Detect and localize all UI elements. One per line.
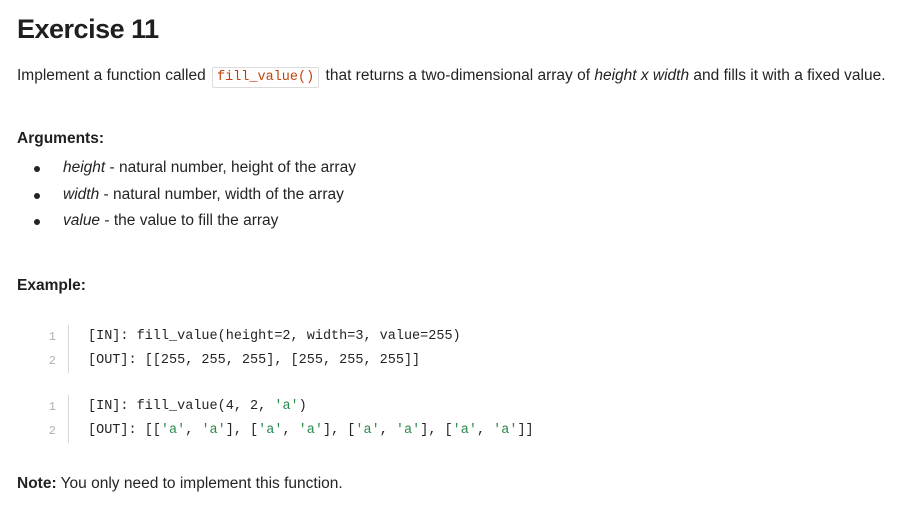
example-heading: Example: — [17, 277, 86, 294]
intro-dimensions: height x width — [594, 67, 690, 84]
intro-text-before: Implement a function called — [17, 67, 210, 84]
note-paragraph: Note: You only need to implement this fu… — [17, 475, 343, 493]
note-label: Note: — [17, 475, 57, 492]
argument-name: value — [63, 212, 101, 229]
argument-description: - natural number, height of the array — [105, 159, 356, 176]
argument-description: - natural number, width of the array — [99, 185, 344, 203]
argument-name: height — [63, 159, 106, 176]
intro-paragraph: Implement a function called fill_value()… — [17, 66, 886, 88]
code-text: [OUT]: [['a', 'a'], ['a', 'a'], ['a', 'a… — [88, 423, 534, 438]
arguments-list: height - natural number, height of the a… — [17, 158, 356, 238]
argument-item: width - natural number, width of the arr… — [17, 185, 356, 212]
gutter-divider — [68, 349, 69, 373]
argument-description: - the value to fill the array — [100, 212, 279, 229]
intro-text-middle: that returns a two-dimensional array of — [321, 67, 595, 84]
bullet-icon — [34, 219, 40, 225]
line-number: 1 — [48, 330, 56, 344]
inline-code-function-name: fill_value() — [212, 67, 320, 88]
note-text: You only need to implement this function… — [56, 475, 343, 492]
code-text: [IN]: fill_value(height=2, width=3, valu… — [88, 329, 461, 344]
bullet-icon — [34, 166, 40, 172]
page-title: Exercise 11 — [17, 14, 159, 44]
code-text: [IN]: fill_value(4, 2, 'a') — [88, 399, 307, 414]
intro-text-after: and fills it with a fixed value. — [689, 67, 886, 84]
gutter-divider — [68, 325, 69, 349]
line-number: 1 — [48, 400, 56, 414]
arguments-heading: Arguments: — [17, 130, 104, 147]
line-number: 2 — [48, 424, 56, 438]
argument-name: width — [63, 185, 100, 203]
line-number: 2 — [48, 354, 56, 368]
code-text: [OUT]: [[255, 255, 255], [255, 255, 255]… — [88, 353, 421, 368]
gutter-divider — [68, 395, 69, 419]
bullet-icon — [34, 192, 40, 199]
argument-item: value - the value to fill the array — [17, 211, 356, 238]
argument-item: height - natural number, height of the a… — [17, 158, 356, 185]
gutter-divider — [68, 419, 69, 443]
